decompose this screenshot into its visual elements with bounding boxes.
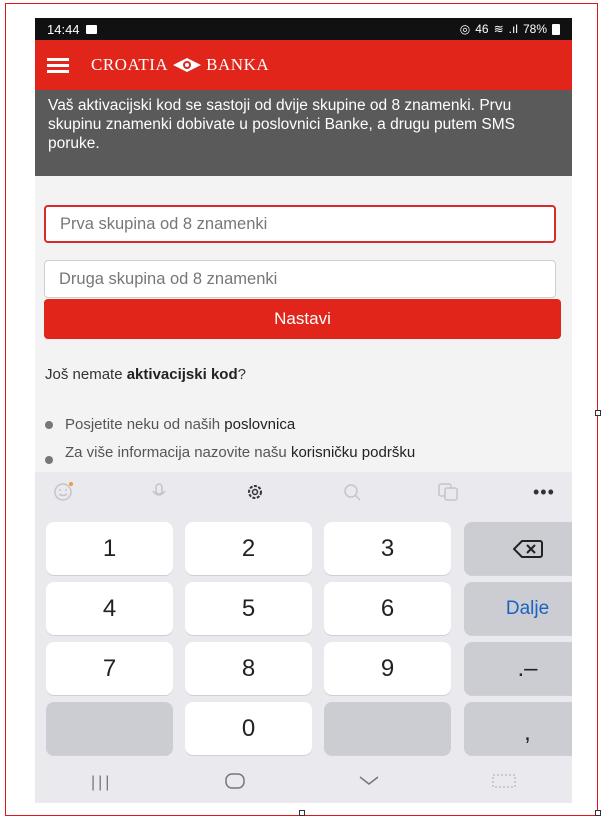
logo-icon — [173, 58, 202, 72]
status-bar: 14:44 ◎ 46 ≋ .ıl 78% — [35, 18, 572, 40]
backspace-icon — [512, 539, 543, 558]
recents-icon[interactable]: ||| — [91, 774, 112, 792]
comma-key[interactable]: , — [464, 702, 572, 755]
battery-label: 78% — [522, 22, 547, 36]
battery-icon — [552, 23, 560, 35]
back-icon[interactable] — [358, 774, 380, 792]
activation-form: Nastavi Još nemate aktivacijski kod? Pos… — [35, 176, 572, 472]
key-2[interactable]: 2 — [185, 522, 312, 575]
app-bar: CROATIA BANKA — [35, 40, 572, 90]
notification-icon — [85, 24, 97, 34]
more-icon[interactable]: ••• — [532, 480, 556, 504]
dot-dash-key[interactable]: .– — [464, 642, 572, 695]
no-code-bold: aktivacijski kod — [126, 366, 238, 383]
network-label: 46 — [475, 22, 489, 36]
key-0[interactable]: 0 — [185, 702, 312, 755]
menu-icon[interactable] — [47, 57, 73, 73]
system-nav-bar: ||| — [35, 763, 572, 803]
branch-text: Posjetite neku od naših — [65, 416, 225, 433]
support-list-item: Za više informacija nazovite našu korisn… — [45, 444, 535, 464]
no-code-prefix: Još nemate — [45, 366, 127, 383]
home-icon[interactable] — [224, 772, 246, 795]
key-6[interactable]: 6 — [324, 582, 451, 635]
no-code-text: Još nemate aktivacijski kod? — [45, 366, 246, 383]
branches-link[interactable]: poslovnica — [224, 416, 295, 433]
bullet-icon — [45, 421, 53, 429]
first-code-input[interactable] — [44, 205, 556, 243]
phone-screen: 14:44 ◎ 46 ≋ .ıl 78% CROATIA BANKA Vaš a… — [35, 18, 572, 803]
support-text: Za više informacija nazovite našu — [65, 444, 291, 461]
emoji-icon[interactable] — [51, 480, 75, 504]
translate-icon[interactable] — [436, 480, 460, 504]
resize-handle-corner[interactable] — [595, 810, 601, 816]
empty-key — [324, 702, 451, 755]
key-8[interactable]: 8 — [185, 642, 312, 695]
backspace-key[interactable] — [464, 522, 572, 575]
mic-icon[interactable] — [147, 480, 171, 504]
next-key[interactable]: Dalje — [464, 582, 572, 635]
resize-handle-bottom[interactable] — [299, 810, 305, 816]
keyboard-icon[interactable] — [492, 774, 516, 793]
bank-logo: CROATIA BANKA — [91, 55, 269, 75]
bullet-icon — [45, 456, 53, 464]
wifi-icon: ≋ — [493, 22, 504, 36]
clock: 14:44 — [47, 21, 80, 37]
key-3[interactable]: 3 — [324, 522, 451, 575]
key-5[interactable]: 5 — [185, 582, 312, 635]
logo-left-text: CROATIA — [91, 55, 169, 74]
empty-key — [46, 702, 173, 755]
keyboard-toolbar: ••• — [35, 472, 572, 512]
signal-icon: .ıl — [508, 22, 518, 36]
support-link[interactable]: korisničku podršku — [291, 444, 415, 461]
key-4[interactable]: 4 — [46, 582, 173, 635]
search-icon[interactable] — [340, 480, 364, 504]
no-code-suffix: ? — [237, 366, 246, 383]
branch-list-item: Posjetite neku od naših poslovnica — [45, 416, 295, 433]
continue-button[interactable]: Nastavi — [44, 299, 561, 339]
activation-info-text: Vaš aktivacijski kod se sastoji od dvije… — [35, 90, 572, 176]
key-7[interactable]: 7 — [46, 642, 173, 695]
key-1[interactable]: 1 — [46, 522, 173, 575]
logo-right-text: BANKA — [206, 55, 270, 74]
vibrate-icon: ◎ — [459, 22, 471, 36]
key-9[interactable]: 9 — [324, 642, 451, 695]
settings-icon[interactable] — [243, 480, 267, 504]
numeric-keyboard: 1 2 3 4 5 6 Dalje 7 8 9 .– 0 , ||| — [35, 512, 572, 803]
resize-handle-right[interactable] — [595, 410, 601, 416]
second-code-input[interactable] — [44, 260, 556, 298]
